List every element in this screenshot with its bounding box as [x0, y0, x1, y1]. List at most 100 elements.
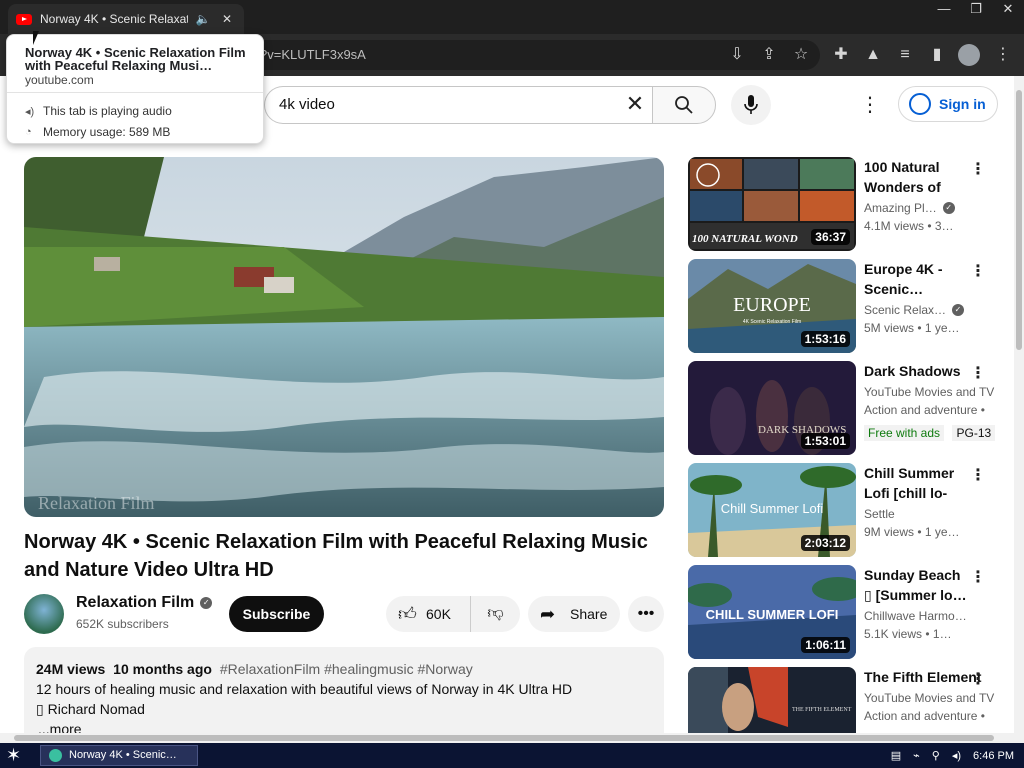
recommendation-channel[interactable]: Amazing Pl… ✓ [864, 201, 998, 215]
recommendation-channel-text: Scenic Relax… [864, 303, 947, 317]
media-queue-icon[interactable]: ≡ [892, 42, 918, 68]
profile-avatar-icon[interactable] [958, 44, 980, 66]
search-tray-icon[interactable]: ⚲ [932, 749, 940, 762]
recommendation-channel[interactable]: Scenic Relax… ✓ [864, 303, 998, 317]
recommendation-thumbnail[interactable]: DARK SHADOWS 1:53:01 [688, 361, 856, 455]
item-menu-icon[interactable]: ⋮ [970, 159, 986, 179]
channel-name[interactable]: Relaxation Film ✓ [76, 594, 213, 612]
channel-avatar[interactable] [24, 594, 64, 634]
recommendation-item[interactable]: CHILL SUMMER LOFI 1:06:11 Sunday Beach ▯… [688, 565, 998, 659]
browser-tab[interactable]: Norway 4K • Scenic Relaxation 🔈 ✕ [8, 4, 244, 34]
recommendation-thumbnail[interactable]: 100 NATURAL WOND 36:37 [688, 157, 856, 251]
subscriber-count: 652K subscribers [76, 617, 169, 631]
more-actions-button[interactable]: ••• [628, 596, 664, 632]
recommendation-item[interactable]: 100 NATURAL WOND 36:37 100 Natural Wonde… [688, 157, 998, 251]
window-controls: — ❐ ✕ [928, 0, 1024, 34]
item-menu-icon[interactable]: ⋮ [970, 261, 986, 281]
tab-hover-card: Norway 4K • Scenic Relaxation Film with … [6, 34, 264, 144]
taskbar-item-label: Norway 4K • Scenic… [69, 749, 177, 761]
keyboard-icon[interactable]: ▤ [891, 749, 901, 762]
microphone-icon [744, 95, 758, 114]
recommendation-channel-text: Amazing Pl… [864, 201, 937, 215]
dislike-button[interactable]: 👎︎ [470, 596, 520, 632]
minimize-button[interactable]: — [928, 0, 960, 20]
recommendation-thumbnail[interactable]: EUROPE 4K Scenic Relaxation Film 1:53:16 [688, 259, 856, 353]
video-duration: 1:53:16 [800, 331, 850, 347]
recommendation-title[interactable]: 100 Natural Wonders of th… [864, 157, 968, 197]
system-tray: ▤ ⌁ ⚲ ◂) 6:46 PM [879, 743, 1014, 768]
verified-check-icon: ✓ [200, 597, 213, 609]
install-app-icon[interactable]: ⇩ [724, 42, 750, 68]
recommendation-meta: 5.1K views • 1… [864, 627, 952, 641]
video-player[interactable]: Relaxation Film [24, 157, 664, 517]
like-button[interactable]: 👍︎ 60K [386, 596, 470, 632]
recommendation-title[interactable]: Dark Shadows [864, 361, 968, 381]
taskbar-browser-item[interactable]: Norway 4K • Scenic… [40, 745, 198, 766]
browser-menu-icon[interactable]: ⋮ [990, 42, 1016, 68]
speaker-icon[interactable]: 🔈 [194, 12, 212, 26]
bookmark-star-icon[interactable]: ☆ [788, 42, 814, 68]
clear-search-icon[interactable]: ✕ [622, 92, 648, 118]
thumbnail-text: EUROPE [733, 294, 811, 316]
extensions-puzzle-icon[interactable]: ✚ [828, 42, 854, 68]
restore-button[interactable]: ❐ [960, 0, 992, 20]
recommendation-thumbnail[interactable]: Chill Summer Lofi 2:03:12 [688, 463, 856, 557]
sign-in-button[interactable]: Sign in [898, 86, 998, 122]
recommendation-channel-text: YouTube Movies and TV [864, 385, 995, 399]
horizontal-scrollbar-thumb[interactable] [14, 735, 994, 741]
recommendation-item[interactable]: Chill Summer Lofi 2:03:12 Chill Summer L… [688, 463, 998, 557]
recommendation-thumbnail[interactable]: THE FIFTH ELEMENT [688, 667, 856, 733]
recommendation-channel[interactable]: YouTube Movies and TV [864, 385, 998, 399]
recommendation-title[interactable]: Chill Summer Lofi [chill lo-fi… [864, 463, 968, 503]
hashtags[interactable]: #RelaxationFilm #healingmusic #Norway [220, 661, 473, 677]
video-title: Norway 4K • Scenic Relaxation Film with … [24, 531, 648, 581]
account-circle-icon [909, 93, 931, 115]
settings-more-icon[interactable]: ⋮ [856, 90, 884, 120]
hover-card-url: youtube.com [25, 73, 94, 87]
video-description[interactable]: 24M views 10 months ago #RelaxationFilm … [24, 647, 664, 747]
sign-in-label: Sign in [939, 96, 986, 112]
search-input[interactable]: 4k video [264, 86, 652, 124]
share-page-icon[interactable]: ⇪ [756, 42, 782, 68]
recommendation-thumbnail[interactable]: CHILL SUMMER LOFI 1:06:11 [688, 565, 856, 659]
recommendation-item[interactable]: DARK SHADOWS 1:53:01 Dark Shadows YouTub… [688, 361, 998, 455]
thumbnail-subtext: 4K Scenic Relaxation Film [743, 319, 801, 325]
subscribe-button[interactable]: Subscribe [229, 596, 324, 632]
recommendation-item[interactable]: EUROPE 4K Scenic Relaxation Film 1:53:16… [688, 259, 998, 353]
verified-check-icon: ✓ [942, 202, 955, 214]
share-button[interactable]: ➦ Share [528, 596, 620, 632]
recommendation-channel[interactable]: Settle [864, 507, 998, 521]
vertical-scrollbar[interactable] [1014, 76, 1024, 736]
item-menu-icon[interactable]: ⋮ [970, 669, 986, 689]
clock[interactable]: 6:46 PM [973, 750, 1014, 762]
view-count: 24M views [36, 661, 106, 677]
memory-gauge-icon: ◔ [25, 126, 32, 138]
item-menu-icon[interactable]: ⋮ [970, 465, 986, 485]
youtube-favicon-icon [16, 13, 32, 25]
item-menu-icon[interactable]: ⋮ [970, 363, 986, 383]
vertical-scrollbar-thumb[interactable] [1016, 90, 1022, 350]
network-icon[interactable]: ⌁ [913, 749, 920, 762]
horizontal-scrollbar[interactable] [0, 733, 1024, 743]
start-menu-icon[interactable]: ✶ [6, 743, 30, 768]
recommendation-channel[interactable]: YouTube Movies and TV [864, 691, 998, 705]
description-line-1: 12 hours of healing music and relaxation… [36, 681, 573, 697]
recommendation-channel-text: YouTube Movies and TV [864, 691, 995, 705]
recommendation-meta: 5M views • 1 ye… [864, 321, 960, 335]
thumbnail-text: Chill Summer Lofi [721, 501, 824, 516]
recommendation-channel-text: Settle [864, 507, 895, 521]
search-button[interactable] [652, 86, 716, 124]
recommendation-channel[interactable]: Chillwave Harmo… [864, 609, 998, 623]
recommendation-title[interactable]: The Fifth Element [864, 667, 984, 687]
thumbnail-text: 100 NATURAL WOND [692, 233, 798, 245]
recommendation-title[interactable]: Europe 4K - Scenic… [864, 259, 968, 299]
item-menu-icon[interactable]: ⋮ [970, 567, 986, 587]
volume-icon[interactable]: ◂) [952, 749, 961, 762]
voice-search-button[interactable] [731, 85, 771, 125]
recommendation-item[interactable]: THE FIFTH ELEMENT The Fifth Element YouT… [688, 667, 998, 733]
recommendation-title[interactable]: Sunday Beach ▯ [Summer lo… [864, 565, 968, 605]
labs-flask-icon[interactable]: ▲ [860, 42, 886, 68]
side-panel-icon[interactable]: ▮ [924, 42, 950, 68]
close-window-button[interactable]: ✕ [992, 0, 1024, 20]
tab-close-button[interactable]: ✕ [218, 12, 236, 26]
